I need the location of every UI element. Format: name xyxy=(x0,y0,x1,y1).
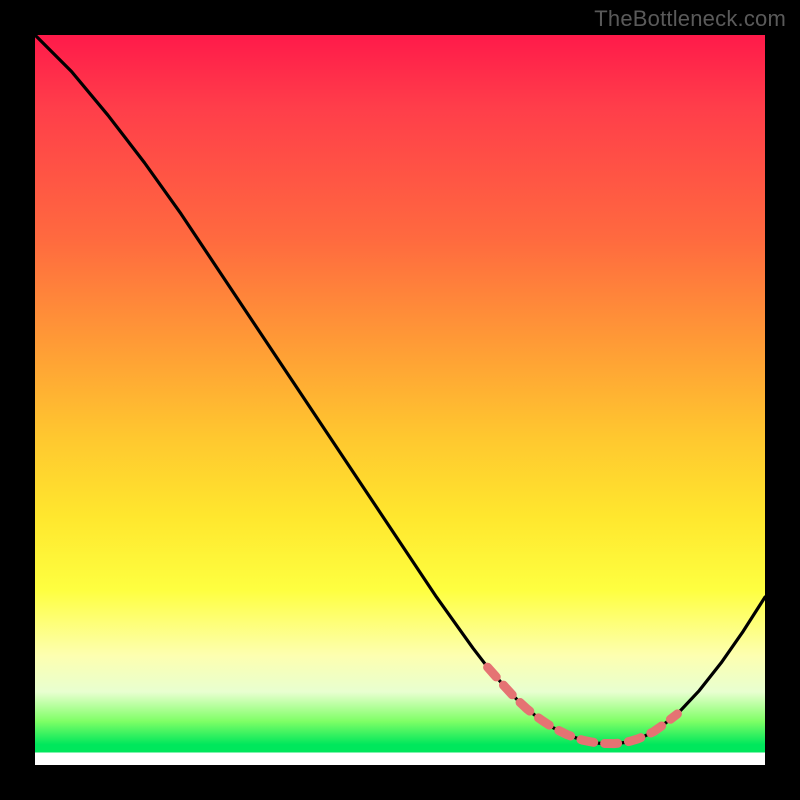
plot-area xyxy=(35,35,765,765)
bottleneck-flat-dash xyxy=(488,667,678,743)
watermark-text: TheBottleneck.com xyxy=(594,6,786,32)
chart-container: TheBottleneck.com xyxy=(0,0,800,800)
curve-layer xyxy=(35,35,765,765)
bottleneck-curve-line xyxy=(35,35,765,744)
